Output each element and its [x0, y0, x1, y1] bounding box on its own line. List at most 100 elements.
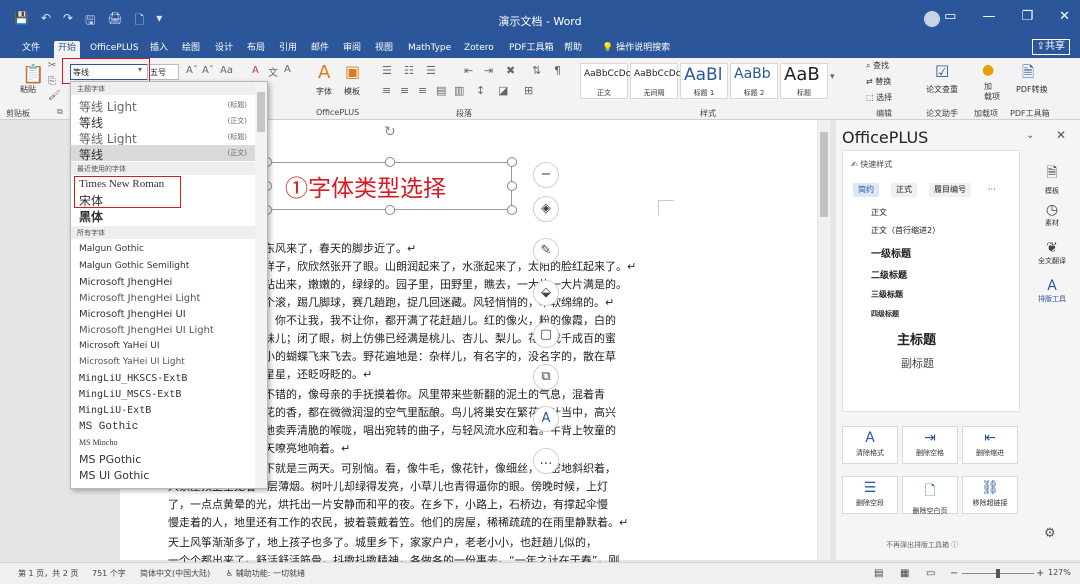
font-option[interactable]: Microsoft YaHei UI [79, 341, 160, 351]
language-status[interactable]: 简体中文(中国大陆) [140, 568, 210, 579]
tab-mailings[interactable]: 邮件 [307, 41, 333, 58]
find-button[interactable]: ⌕ 查找 [866, 60, 889, 71]
tab-layout[interactable]: 布局 [243, 41, 269, 58]
sort-icon[interactable]: ⇅ [532, 64, 541, 77]
settings-icon[interactable]: ⚙ [1044, 526, 1056, 541]
side-tool-template[interactable]: 🗎 模板 [1032, 162, 1072, 196]
bullets-icon[interactable]: ☰ [382, 64, 392, 77]
pill-formal[interactable]: 正式 [891, 183, 917, 197]
pen-icon[interactable]: ✎ [533, 238, 559, 264]
add-in-icon[interactable]: ● [982, 62, 994, 78]
font-option[interactable]: MS PGothic [79, 453, 141, 466]
wrap-text-icon[interactable]: ⧉ [533, 364, 559, 390]
style-item-subtitle[interactable]: 副标题 [901, 355, 934, 371]
style-item-h2[interactable]: 二级标题 [871, 268, 907, 281]
pill-more[interactable]: ··· [983, 183, 1001, 197]
pdf-convert-label[interactable]: PDF转换 [1016, 84, 1048, 95]
tab-mathtype[interactable]: MathType [404, 41, 455, 58]
rotate-handle-icon[interactable]: ↻ [384, 124, 396, 140]
collapse-icon[interactable]: − [533, 162, 559, 188]
web-layout-icon[interactable]: ▭ [926, 568, 935, 579]
resize-handle[interactable] [385, 157, 395, 167]
remove-blank-page-tile[interactable]: 🗋 删除空白页 [902, 476, 958, 515]
style-tile-no-spacing[interactable]: AaBbCcDc 无间隔 [630, 63, 681, 99]
tab-home[interactable]: 开始 [54, 41, 81, 58]
ribbon-display-icon[interactable]: ▭ [944, 9, 956, 24]
resize-handle[interactable] [507, 157, 517, 167]
font-option[interactable]: MingLiU_MSCS-ExtB [79, 389, 181, 400]
borders-icon[interactable]: ⊞ [524, 84, 533, 97]
dont-show-toggle[interactable]: 不再弹出排版工具箱 ⓘ [886, 540, 958, 550]
fill-icon[interactable]: ⬙ [533, 280, 559, 306]
close-icon[interactable]: ✕ [1059, 9, 1070, 24]
shrink-font-icon[interactable]: Aˇ [202, 65, 214, 76]
justify-icon[interactable]: ▤ [436, 84, 446, 97]
shading-icon[interactable]: ◪ [498, 84, 508, 97]
pane-options-icon[interactable]: ⌄ [1026, 130, 1034, 141]
increase-indent-icon[interactable]: ⇥ [484, 64, 493, 77]
tab-view[interactable]: 视图 [371, 41, 397, 58]
styles-more-icon[interactable]: ▾ [830, 72, 835, 82]
remove-empty-para-tile[interactable]: ☰ 删除空段 [842, 476, 898, 514]
more-icon[interactable]: … [533, 448, 559, 474]
add-in-label[interactable]: 加 载项 [984, 82, 1000, 102]
pinyin-icon[interactable]: 文 [268, 64, 278, 79]
style-item-h3[interactable]: 三级标题 [871, 289, 903, 300]
font-button-icon[interactable]: A [318, 62, 330, 83]
layers-icon[interactable]: ◈ [533, 196, 559, 222]
font-option[interactable]: Microsoft YaHei UI Light [79, 357, 185, 367]
tab-pdf-toolbox[interactable]: PDF工具箱 [505, 41, 558, 58]
side-tool-translate[interactable]: ❦ 全文翻译 [1032, 240, 1072, 266]
thesis-check-label[interactable]: 论文查重 [926, 84, 958, 95]
zoom-level[interactable]: 127% [1048, 568, 1071, 577]
change-case-icon[interactable]: Aa [220, 65, 233, 76]
style-tile-normal[interactable]: AaBbCcDc 正文 [580, 63, 631, 99]
style-tile-heading2[interactable]: AaBb 标题 2 [730, 63, 778, 99]
style-tile-title[interactable]: AaB 标题 [780, 63, 828, 99]
format-painter-icon[interactable]: 🖌 [48, 90, 61, 101]
numbering-icon[interactable]: ☷ [404, 64, 414, 77]
resize-handle[interactable] [385, 205, 395, 215]
annotation-textbox[interactable]: ①字体类型选择 [266, 162, 512, 210]
font-option[interactable]: Microsoft JhengHei [79, 277, 172, 288]
font-option[interactable]: Malgun Gothic [79, 244, 144, 254]
font-option[interactable]: Microsoft JhengHei UI [79, 309, 186, 320]
word-count[interactable]: 751 个字 [92, 568, 126, 579]
copy-icon[interactable]: ⎘ [48, 76, 56, 87]
zoom-out-icon[interactable]: − [950, 568, 958, 579]
distributed-icon[interactable]: ▥ [454, 84, 464, 97]
style-item-h4[interactable]: 四级标题 [871, 309, 899, 319]
style-item-indent[interactable]: 正文（首行缩进2） [871, 225, 940, 236]
ai-icon[interactable]: A [533, 406, 559, 432]
chinese-layout-icon[interactable]: ✖ [506, 64, 515, 77]
clear-format-icon[interactable]: A [252, 65, 259, 76]
font-option-selected[interactable]: 等线 [79, 146, 103, 163]
accessibility-status[interactable]: ♿ 辅助功能: 一切就绪 [226, 568, 305, 579]
remove-indent-tile[interactable]: ⇤ 删除缩进 [962, 426, 1018, 464]
font-option[interactable]: Microsoft JhengHei UI Light [79, 325, 214, 336]
cut-icon[interactable]: ✂ [48, 60, 56, 71]
line-spacing-icon[interactable]: ↕ [476, 84, 485, 97]
show-marks-icon[interactable]: ¶ [554, 64, 561, 77]
font-option[interactable]: MS Gothic [79, 421, 138, 433]
pill-numbering[interactable]: 履目编号 [929, 183, 971, 197]
decrease-indent-icon[interactable]: ⇤ [464, 64, 473, 77]
tab-officeplus[interactable]: OfficePLUS [86, 41, 143, 58]
font-option[interactable]: MingLiU_HKSCS-ExtB [79, 373, 187, 384]
align-center-icon[interactable]: ≡ [400, 84, 409, 97]
tab-file[interactable]: 文件 [18, 41, 44, 58]
grow-font-icon[interactable]: Aˆ [186, 65, 198, 76]
remove-hyperlink-tile[interactable]: ⛓ 移除超链接 [962, 476, 1018, 514]
font-option[interactable]: MingLiU-ExtB [79, 405, 151, 416]
share-button[interactable]: ⇪共享 [1031, 39, 1070, 55]
scrollbar-thumb[interactable] [820, 132, 828, 217]
align-right-icon[interactable]: ≡ [418, 84, 427, 97]
thesis-check-icon[interactable]: ☑ [935, 62, 949, 81]
minimize-icon[interactable]: — [982, 9, 995, 24]
tab-references[interactable]: 引用 [275, 41, 301, 58]
resize-handle[interactable] [507, 205, 517, 215]
tab-help[interactable]: 帮助 [560, 41, 586, 58]
tell-me-search[interactable]: 💡 操作说明搜索 [598, 41, 674, 58]
clipboard-launcher-icon[interactable]: ⧉ [57, 107, 63, 117]
style-item-normal[interactable]: 正文 [871, 207, 887, 218]
